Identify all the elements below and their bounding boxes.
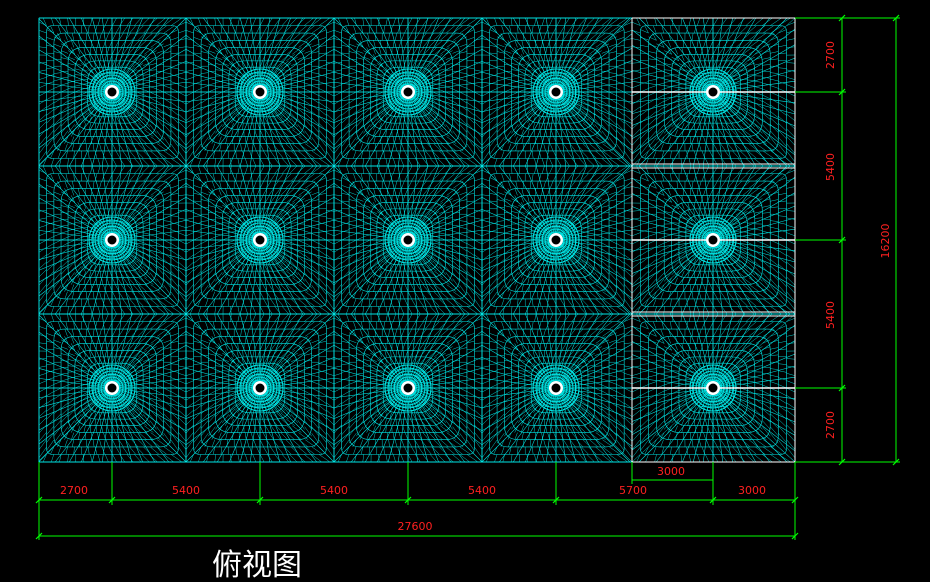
- dim-right-4: 2700: [824, 411, 837, 439]
- column-core: [403, 235, 413, 245]
- drawing-title: 俯视图: [212, 548, 302, 582]
- dim-bottom-6: 3000: [738, 484, 766, 497]
- column-core: [708, 87, 718, 97]
- dim-right-3: 5400: [824, 301, 837, 329]
- column-core: [255, 383, 265, 393]
- column-core: [708, 235, 718, 245]
- dim-bottom-1: 2700: [60, 484, 88, 497]
- column-core: [551, 87, 561, 97]
- column-core: [403, 87, 413, 97]
- column-core: [708, 383, 718, 393]
- dim-total-width: 27600: [398, 520, 433, 533]
- column-core: [255, 235, 265, 245]
- dim-right-2: 5400: [824, 153, 837, 181]
- dim-right-1: 2700: [824, 41, 837, 69]
- column-core: [107, 87, 117, 97]
- column-core: [255, 87, 265, 97]
- top-view-drawing: 2700 5400 5400 5400 5700 3000 3000 27600…: [35, 14, 900, 582]
- mesh-layer: [38, 17, 796, 463]
- dim-bottom-3: 5400: [320, 484, 348, 497]
- dim-total-height: 16200: [879, 224, 892, 259]
- dim-bottom-sub: 3000: [657, 465, 685, 478]
- column-core: [403, 383, 413, 393]
- column-core: [551, 235, 561, 245]
- column-core: [107, 235, 117, 245]
- dim-bottom-5: 5700: [619, 484, 647, 497]
- dim-bottom-2: 5400: [172, 484, 200, 497]
- column-core: [107, 383, 117, 393]
- column-core: [551, 383, 561, 393]
- dim-bottom-4: 5400: [468, 484, 496, 497]
